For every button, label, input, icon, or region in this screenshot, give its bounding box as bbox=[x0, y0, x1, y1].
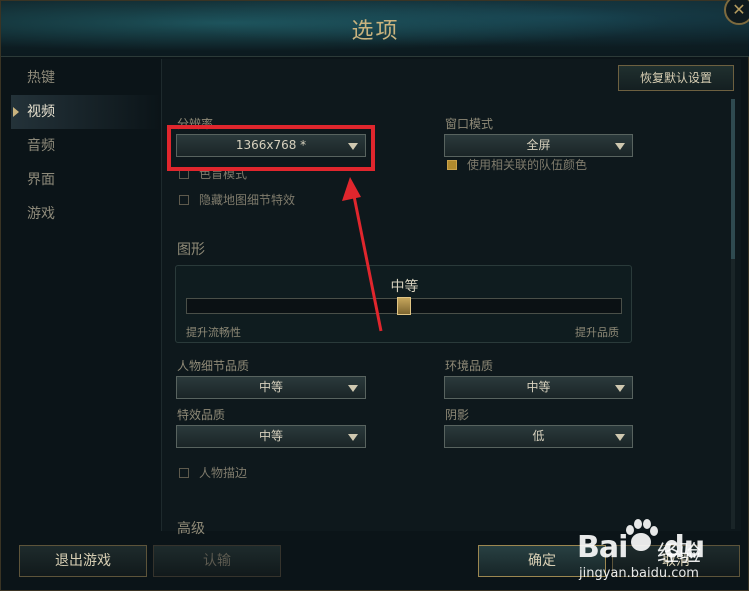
exit-game-button[interactable]: 退出游戏 bbox=[19, 545, 147, 577]
options-window: 选项 ✕ 热键 视频 音频 界面 游戏 恢复默认设置 分辨率 1366x768 … bbox=[0, 0, 749, 591]
baidu-jingyan-watermark: Bai du 经验 jingyan.baidu.com bbox=[577, 516, 747, 591]
watermark-brand: 经验 bbox=[657, 542, 702, 567]
surrender-button[interactable]: 认输 bbox=[153, 545, 281, 577]
paw-icon bbox=[626, 519, 658, 551]
annotation-arrow-icon bbox=[342, 177, 383, 332]
watermark-url: jingyan.baidu.com bbox=[579, 566, 699, 581]
